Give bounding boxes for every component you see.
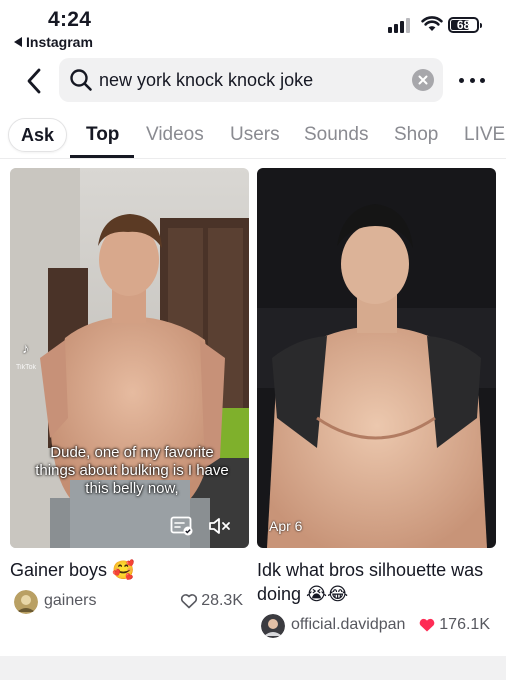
- status-bar: 4:24 Instagram 68: [0, 0, 506, 56]
- like-count: 176.1K: [418, 616, 490, 634]
- video-date: Apr 6: [269, 518, 303, 534]
- search-icon: [70, 69, 92, 91]
- author-avatar[interactable]: [261, 614, 285, 638]
- back-app-label: Instagram: [26, 34, 93, 50]
- search-tabs: Ask Top Videos Users Sounds Shop LIVE: [0, 112, 506, 158]
- back-arrow-icon: [14, 37, 22, 47]
- wifi-icon: [421, 16, 443, 31]
- back-to-app-link[interactable]: Instagram: [14, 34, 93, 50]
- tiktok-watermark: TikTok: [16, 364, 36, 371]
- tabs-divider: [0, 158, 506, 159]
- like-count: 28.3K: [180, 592, 243, 610]
- mute-icon[interactable]: [208, 516, 234, 536]
- video-thumbnail[interactable]: Apr 6: [257, 168, 496, 548]
- tab-shop[interactable]: Shop: [394, 124, 438, 146]
- video-overlay-controls: [170, 516, 234, 536]
- battery-indicator: 68: [448, 17, 482, 33]
- tab-users[interactable]: Users: [230, 124, 280, 146]
- video-result-card[interactable]: Apr 6 Idk what bros silhouette was doing…: [257, 168, 496, 638]
- status-time: 4:24: [48, 8, 92, 31]
- heart-filled-icon: [419, 618, 435, 632]
- video-thumbnail[interactable]: ♪ TikTok Dude, one of my favorite things…: [10, 168, 249, 548]
- clear-search-icon[interactable]: [412, 69, 434, 91]
- author-name[interactable]: official.davidpan: [291, 616, 405, 634]
- like-count-value: 28.3K: [201, 592, 243, 609]
- search-bar[interactable]: new york knock knock joke: [59, 58, 443, 102]
- cellular-signal-icon: [388, 18, 412, 33]
- tab-ask[interactable]: Ask: [8, 118, 68, 152]
- video-caption-overlay: Dude, one of my favorite things about bu…: [35, 444, 229, 497]
- author-name[interactable]: gainers: [44, 592, 96, 610]
- video-result-card[interactable]: ♪ TikTok Dude, one of my favorite things…: [10, 168, 249, 614]
- author-avatar[interactable]: [14, 590, 38, 614]
- back-button[interactable]: [20, 66, 48, 96]
- heart-outline-icon: [181, 594, 198, 609]
- tiktok-logo: ♪: [22, 340, 29, 356]
- chevron-left-icon: [27, 68, 41, 94]
- captions-icon[interactable]: [170, 516, 194, 536]
- tab-sounds[interactable]: Sounds: [304, 124, 368, 146]
- video-frame-image: [257, 168, 496, 548]
- video-meta: gainers 28.3K: [10, 590, 249, 614]
- tab-live[interactable]: LIVE: [464, 124, 505, 146]
- tab-videos[interactable]: Videos: [146, 124, 204, 146]
- bottom-divider: [0, 656, 506, 680]
- video-title[interactable]: Gainer boys 🥰: [10, 558, 249, 582]
- battery-percent: 68: [456, 18, 471, 32]
- video-title[interactable]: Idk what bros silhouette was doing 😭😂: [257, 558, 496, 606]
- search-input[interactable]: new york knock knock joke: [99, 70, 313, 91]
- video-meta: official.davidpan 176.1K: [257, 614, 496, 638]
- like-count-value: 176.1K: [439, 616, 490, 633]
- more-options-icon[interactable]: [459, 70, 485, 90]
- tab-top[interactable]: Top: [86, 124, 119, 146]
